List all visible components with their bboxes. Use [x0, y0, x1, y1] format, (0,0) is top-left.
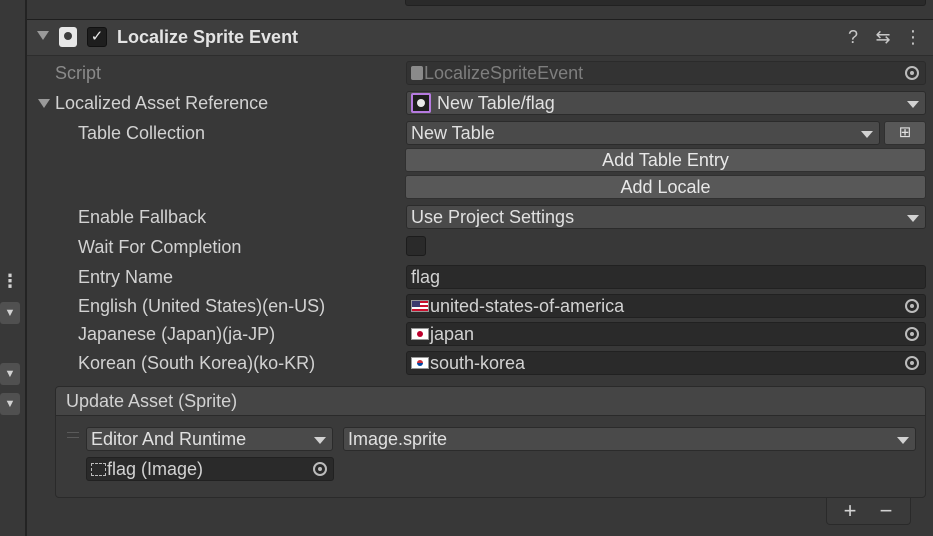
component-enabled-checkbox[interactable]: ✓ — [87, 27, 107, 47]
help-icon[interactable]: ? — [842, 26, 864, 48]
chevron-down-icon — [907, 101, 919, 108]
localized-asset-value: New Table/flag — [437, 93, 555, 113]
chevron-down-icon — [314, 437, 326, 444]
table-picker-icon: ⊞ — [898, 124, 912, 141]
presets-icon[interactable]: ⇆ — [872, 26, 894, 48]
locale-label-en: English (United States)(en-US) — [78, 296, 326, 316]
component-header[interactable]: ✓ Localize Sprite Event ? ⇆ ⋮ — [27, 20, 933, 56]
add-locale-button[interactable]: Add Locale — [405, 175, 926, 199]
us-flag-icon — [411, 300, 429, 313]
entry-name-label: Entry Name — [78, 267, 174, 287]
locale-asset-field-ja[interactable]: japan — [406, 322, 926, 346]
strip-dropdown-icon[interactable]: ▼ — [0, 393, 20, 415]
locale-asset-value: south-korea — [430, 353, 526, 373]
enable-fallback-value: Use Project Settings — [411, 207, 575, 227]
event-function-value: Image.sprite — [348, 429, 448, 449]
jp-flag-icon — [411, 328, 429, 341]
script-icon — [411, 66, 423, 81]
localized-asset-label[interactable]: Localized Asset Reference — [55, 93, 268, 114]
event-function-dropdown[interactable]: Image.sprite — [343, 427, 916, 451]
locale-asset-value: united-states-of-america — [430, 296, 625, 316]
object-picker-icon — [905, 66, 919, 80]
context-menu-icon[interactable]: ⋮ — [902, 26, 924, 48]
locale-asset-value: japan — [430, 324, 475, 344]
left-panel-strip: ⋮ ▼ ▼ ▼ — [0, 0, 27, 536]
entry-name-input[interactable]: flag — [406, 265, 926, 289]
event-list-footer: + − — [826, 498, 911, 525]
remove-listener-button[interactable]: − — [871, 498, 901, 524]
object-picker-icon[interactable] — [905, 356, 919, 370]
component-title: Localize Sprite Event — [117, 27, 299, 47]
table-collection-label: Table Collection — [78, 123, 206, 143]
event-target-value: flag (Image) — [107, 459, 204, 479]
event-mode-value: Editor And Runtime — [91, 429, 247, 449]
foldout-arrow-icon[interactable] — [38, 99, 50, 108]
event-mode-dropdown[interactable]: Editor And Runtime — [86, 427, 333, 451]
wait-for-completion-label: Wait For Completion — [78, 237, 242, 257]
enable-fallback-label: Enable Fallback — [78, 207, 207, 227]
locale-label-ja: Japanese (Japan)(ja-JP) — [78, 324, 276, 344]
script-label: Script — [55, 63, 102, 83]
locale-label-ko: Korean (South Korea)(ko-KR) — [78, 353, 316, 373]
chevron-down-icon — [907, 215, 919, 222]
foldout-arrow-icon[interactable] — [37, 31, 49, 40]
table-collection-dropdown[interactable]: New Table — [406, 121, 880, 145]
chevron-down-icon — [861, 131, 873, 138]
localize-component-icon — [59, 27, 77, 47]
event-title: Update Asset (Sprite) — [66, 391, 238, 411]
strip-dropdown-icon[interactable]: ▼ — [0, 363, 20, 385]
object-picker-icon[interactable] — [905, 299, 919, 313]
script-value: LocalizeSpriteEvent — [424, 63, 584, 83]
add-table-entry-button[interactable]: Add Table Entry — [405, 148, 926, 172]
image-component-icon — [91, 462, 106, 476]
add-listener-button[interactable]: + — [835, 498, 865, 524]
strip-dropdown-icon[interactable]: ▼ — [0, 302, 20, 324]
chevron-down-icon — [897, 437, 909, 444]
enable-fallback-dropdown[interactable]: Use Project Settings — [406, 205, 926, 229]
table-picker-button[interactable]: ⊞ — [884, 121, 926, 145]
previous-field-edge — [405, 0, 926, 6]
event-target-field[interactable]: flag (Image) — [86, 457, 334, 481]
table-collection-value: New Table — [411, 123, 495, 143]
drag-handle-icon[interactable] — [67, 432, 79, 438]
event-header: Update Asset (Sprite) — [56, 387, 925, 416]
update-asset-event: Update Asset (Sprite) Editor And Runtime… — [55, 386, 926, 498]
locale-asset-field-ko[interactable]: south-korea — [406, 351, 926, 375]
script-field: LocalizeSpriteEvent — [406, 61, 926, 85]
kr-flag-icon — [411, 357, 429, 370]
wait-for-completion-checkbox[interactable] — [406, 236, 426, 256]
object-picker-icon[interactable] — [905, 327, 919, 341]
object-picker-icon[interactable] — [313, 462, 327, 476]
localized-asset-dropdown[interactable]: New Table/flag — [406, 91, 926, 115]
locale-asset-field-en[interactable]: united-states-of-america — [406, 294, 926, 318]
strip-menu-icon[interactable]: ⋮ — [0, 268, 20, 294]
asset-table-icon — [411, 93, 431, 114]
